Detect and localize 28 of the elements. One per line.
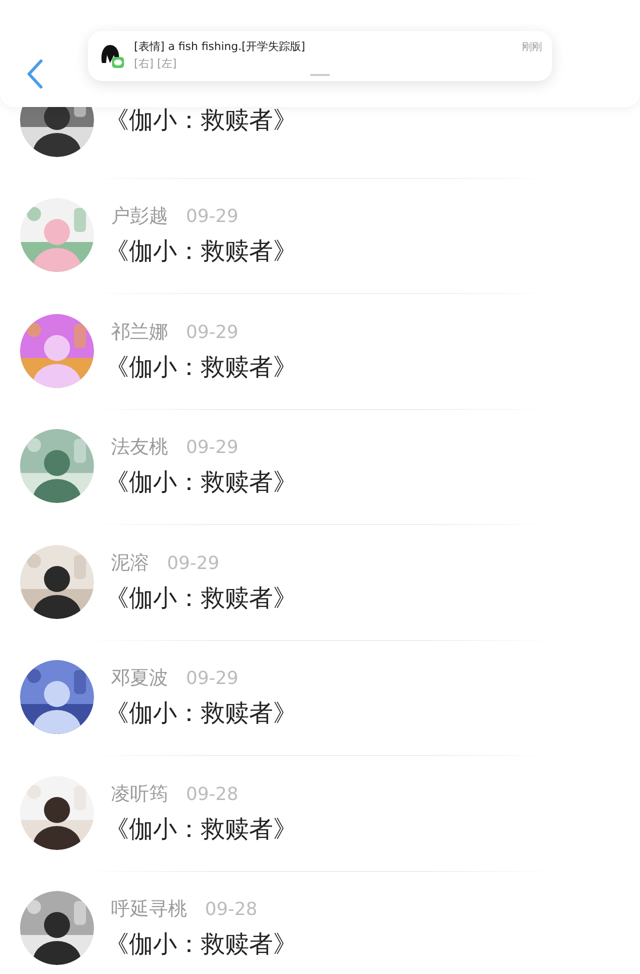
sender-name: 祁兰娜 [111, 320, 168, 345]
message-text: 《伽小：救赎者》 [105, 814, 297, 845]
message-date: 09-29 [186, 668, 238, 690]
notification-banner[interactable]: [表情] a fish fishing.[开学失踪版] [右] [左] 刚刚 [88, 31, 552, 81]
sender-name: 法友桃 [111, 435, 168, 460]
drag-handle[interactable] [310, 74, 330, 76]
message-date: 09-28 [186, 784, 238, 805]
message-text: 《伽小：救赎者》 [105, 582, 297, 614]
message-date: 09-29 [186, 206, 238, 228]
sender-name: 泥溶 [111, 550, 149, 576]
message-text: 《伽小：救赎者》 [105, 929, 297, 960]
notification-text: [右] [左] [134, 56, 178, 71]
sender-name: 户彭越 [111, 204, 168, 230]
notification-title: [表情] a fish fishing.[开学失踪版] [134, 39, 306, 54]
back-icon [27, 59, 43, 89]
message-text: 《伽小：救赎者》 [105, 104, 297, 136]
message-date: 09-29 [186, 322, 238, 343]
message-text: 《伽小：救赎者》 [105, 352, 297, 383]
message-date: 09-29 [186, 437, 238, 458]
sender-name: 凌听筠 [111, 782, 168, 807]
message-date: 09-28 [205, 899, 258, 920]
message-text: 《伽小：救赎者》 [105, 698, 297, 730]
message-date: 09-29 [167, 552, 220, 574]
sender-name: 邓夏波 [111, 666, 168, 692]
notification-time: 刚刚 [522, 41, 542, 54]
message-text: 《伽小：救赎者》 [105, 467, 297, 498]
message-text: 《伽小：救赎者》 [105, 236, 297, 268]
sender-name: 呼延寻桃 [111, 897, 187, 922]
